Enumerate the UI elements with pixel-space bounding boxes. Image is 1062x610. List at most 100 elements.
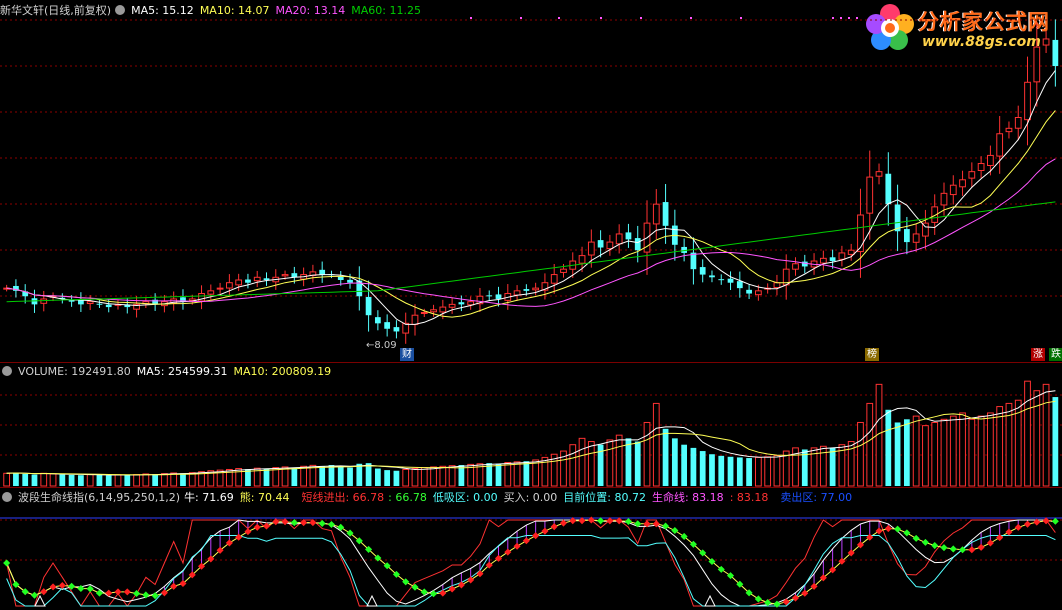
event-marker — [470, 17, 472, 19]
candle-up — [838, 252, 846, 260]
event-marker — [690, 17, 692, 19]
volume-bar-up — [578, 437, 586, 487]
candle-down — [105, 304, 112, 308]
candle-down — [699, 267, 706, 275]
volume-bar-down — [365, 463, 372, 486]
volume-bar-down — [68, 474, 75, 486]
vol-ma5-readout: MA5: 254599.31 — [136, 365, 228, 378]
buy-readout: 买入: 0.00 — [503, 491, 558, 504]
candle-down — [709, 275, 715, 278]
candle-down — [458, 302, 465, 305]
candle-up — [467, 301, 475, 306]
tag-bang[interactable]: 榜 — [865, 348, 879, 361]
candle-down — [347, 279, 353, 283]
trend-diamond — [411, 583, 419, 591]
volume-bar-down — [31, 474, 38, 486]
event-marker — [856, 17, 858, 19]
volume-bar-down — [690, 447, 697, 486]
volume-bar-up — [1042, 383, 1050, 487]
trend-diamond — [894, 525, 902, 533]
volume-bar-down — [718, 455, 725, 486]
trend-diamond — [253, 523, 261, 531]
volume-readout: VOLUME: 192491.80 — [18, 365, 131, 378]
event-marker — [520, 17, 522, 19]
volume-bar-down — [263, 468, 270, 486]
trend-diamond — [1051, 517, 1059, 525]
trend-diamond — [532, 532, 540, 540]
volume-bar-down — [727, 456, 734, 486]
volume-bar-up — [133, 474, 140, 487]
candle-down — [365, 296, 372, 316]
candle-up — [532, 287, 540, 291]
candle-up — [411, 314, 419, 326]
trend-diamond — [968, 546, 976, 554]
vol-ma10-readout: MA10: 200809.19 — [233, 365, 332, 378]
volume-bar-up — [1024, 380, 1031, 487]
collapse-toggle-icon[interactable] — [2, 492, 12, 502]
candle-up — [875, 171, 883, 177]
tag-die[interactable]: 跌 — [1049, 348, 1062, 361]
trend-diamond — [457, 581, 465, 589]
volume-bar-up — [114, 474, 122, 487]
candle-up — [578, 255, 586, 264]
trend-diamond — [58, 581, 66, 590]
volume-bar-down — [13, 472, 19, 486]
volume-bar-down — [885, 409, 892, 486]
volume-bar-up — [49, 473, 57, 487]
low-price-marker: ←8.09 — [366, 340, 397, 351]
volume-bar-up — [587, 441, 595, 487]
low-price-label: 8.09 — [374, 340, 397, 351]
trend-diamond — [105, 589, 113, 597]
volume-bar-up — [615, 434, 623, 487]
tag-cai[interactable]: 财 — [400, 348, 414, 361]
volume-bar-down — [829, 447, 836, 486]
candle-up — [1005, 127, 1013, 133]
volume-bar-up — [40, 472, 48, 487]
collapse-toggle-icon[interactable] — [2, 366, 12, 376]
candle-up — [819, 257, 827, 264]
indicator-name: 波段生命线指(6,14,95,250,1,2) — [18, 491, 181, 504]
candle-up — [281, 274, 289, 277]
candle-down — [486, 295, 493, 297]
candle-down — [263, 278, 270, 280]
candle-up — [968, 171, 976, 179]
candle-up — [755, 290, 762, 296]
volume-bar-up — [513, 461, 521, 487]
volume-bar-up — [281, 466, 289, 487]
trend-diamond — [986, 539, 994, 547]
volume-bar-down — [709, 454, 715, 486]
volume-bar-down — [894, 422, 901, 486]
buy-signal-triangle — [704, 594, 716, 607]
trend-diamond — [559, 519, 568, 527]
candle-down — [384, 322, 391, 329]
volume-bar-up — [857, 421, 864, 487]
volume-bar-up — [411, 468, 419, 487]
candle-up — [420, 312, 428, 314]
candle-down — [1052, 39, 1059, 67]
volume-bar-down — [124, 475, 131, 486]
volume-bar-up — [643, 421, 651, 487]
volume-bar-up — [309, 464, 317, 487]
volume-bar-down — [384, 470, 391, 486]
volume-bar-down — [347, 467, 353, 486]
candle-up — [606, 241, 614, 250]
trend-diamond — [791, 594, 800, 602]
candle-up — [587, 241, 595, 256]
candle-up — [1033, 46, 1041, 83]
volume-bar-up — [755, 456, 762, 487]
candle-up — [216, 287, 224, 290]
tag-zhang[interactable]: 涨 — [1031, 348, 1045, 361]
candle-up — [987, 154, 994, 167]
volume-bar-up — [448, 465, 456, 487]
volume-bar-up — [188, 472, 196, 487]
trend-diamond — [522, 537, 530, 545]
candle-up — [912, 233, 920, 243]
event-marker — [640, 17, 642, 19]
candle-down — [96, 303, 103, 305]
volume-bar-up — [86, 474, 94, 487]
candle-up — [226, 282, 233, 289]
candle-down — [245, 279, 251, 283]
trend-diamond — [1005, 528, 1013, 536]
candle-up — [235, 279, 243, 286]
candle-down — [829, 257, 836, 262]
